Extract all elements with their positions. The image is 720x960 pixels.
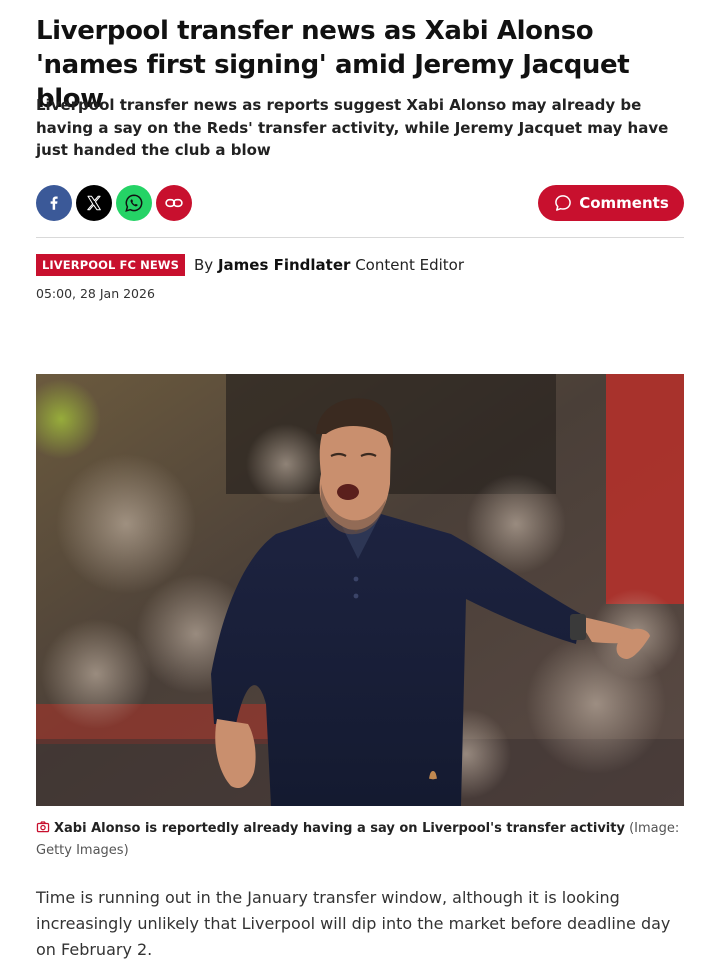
byline-prefix: By — [193, 256, 214, 274]
image-caption: Xabi Alonso is reportedly already having… — [36, 818, 686, 862]
camera-icon — [36, 821, 50, 833]
whatsapp-icon — [125, 194, 143, 212]
hero-image — [36, 374, 684, 806]
share-whatsapp-button[interactable] — [116, 185, 152, 221]
publish-timestamp: 05:00, 28 Jan 2026 — [36, 286, 155, 301]
link-icon — [165, 198, 183, 208]
caption-text: Xabi Alonso is reportedly already having… — [54, 821, 625, 836]
comment-bubble-icon — [555, 195, 572, 211]
article-standfirst: Liverpool transfer news as reports sugge… — [36, 96, 669, 159]
byline-text: By James Findlater Content Editor — [194, 256, 464, 274]
comments-button[interactable]: Comments — [538, 185, 684, 221]
facebook-icon — [50, 196, 58, 210]
share-bar — [36, 185, 192, 221]
comments-label: Comments — [579, 194, 669, 212]
x-icon — [87, 195, 101, 211]
byline: LIVERPOOL FC NEWS By James Findlater Con… — [36, 254, 464, 276]
hero-photo — [36, 374, 684, 806]
share-facebook-button[interactable] — [36, 185, 72, 221]
section-tag[interactable]: LIVERPOOL FC NEWS — [36, 254, 185, 276]
author-role: Content Editor — [355, 256, 465, 274]
divider — [36, 237, 684, 238]
share-x-button[interactable] — [76, 185, 112, 221]
author-name[interactable]: James Findlater — [218, 256, 350, 274]
share-link-button[interactable] — [156, 185, 192, 221]
article-body-paragraph: Time is running out in the January trans… — [36, 888, 671, 959]
